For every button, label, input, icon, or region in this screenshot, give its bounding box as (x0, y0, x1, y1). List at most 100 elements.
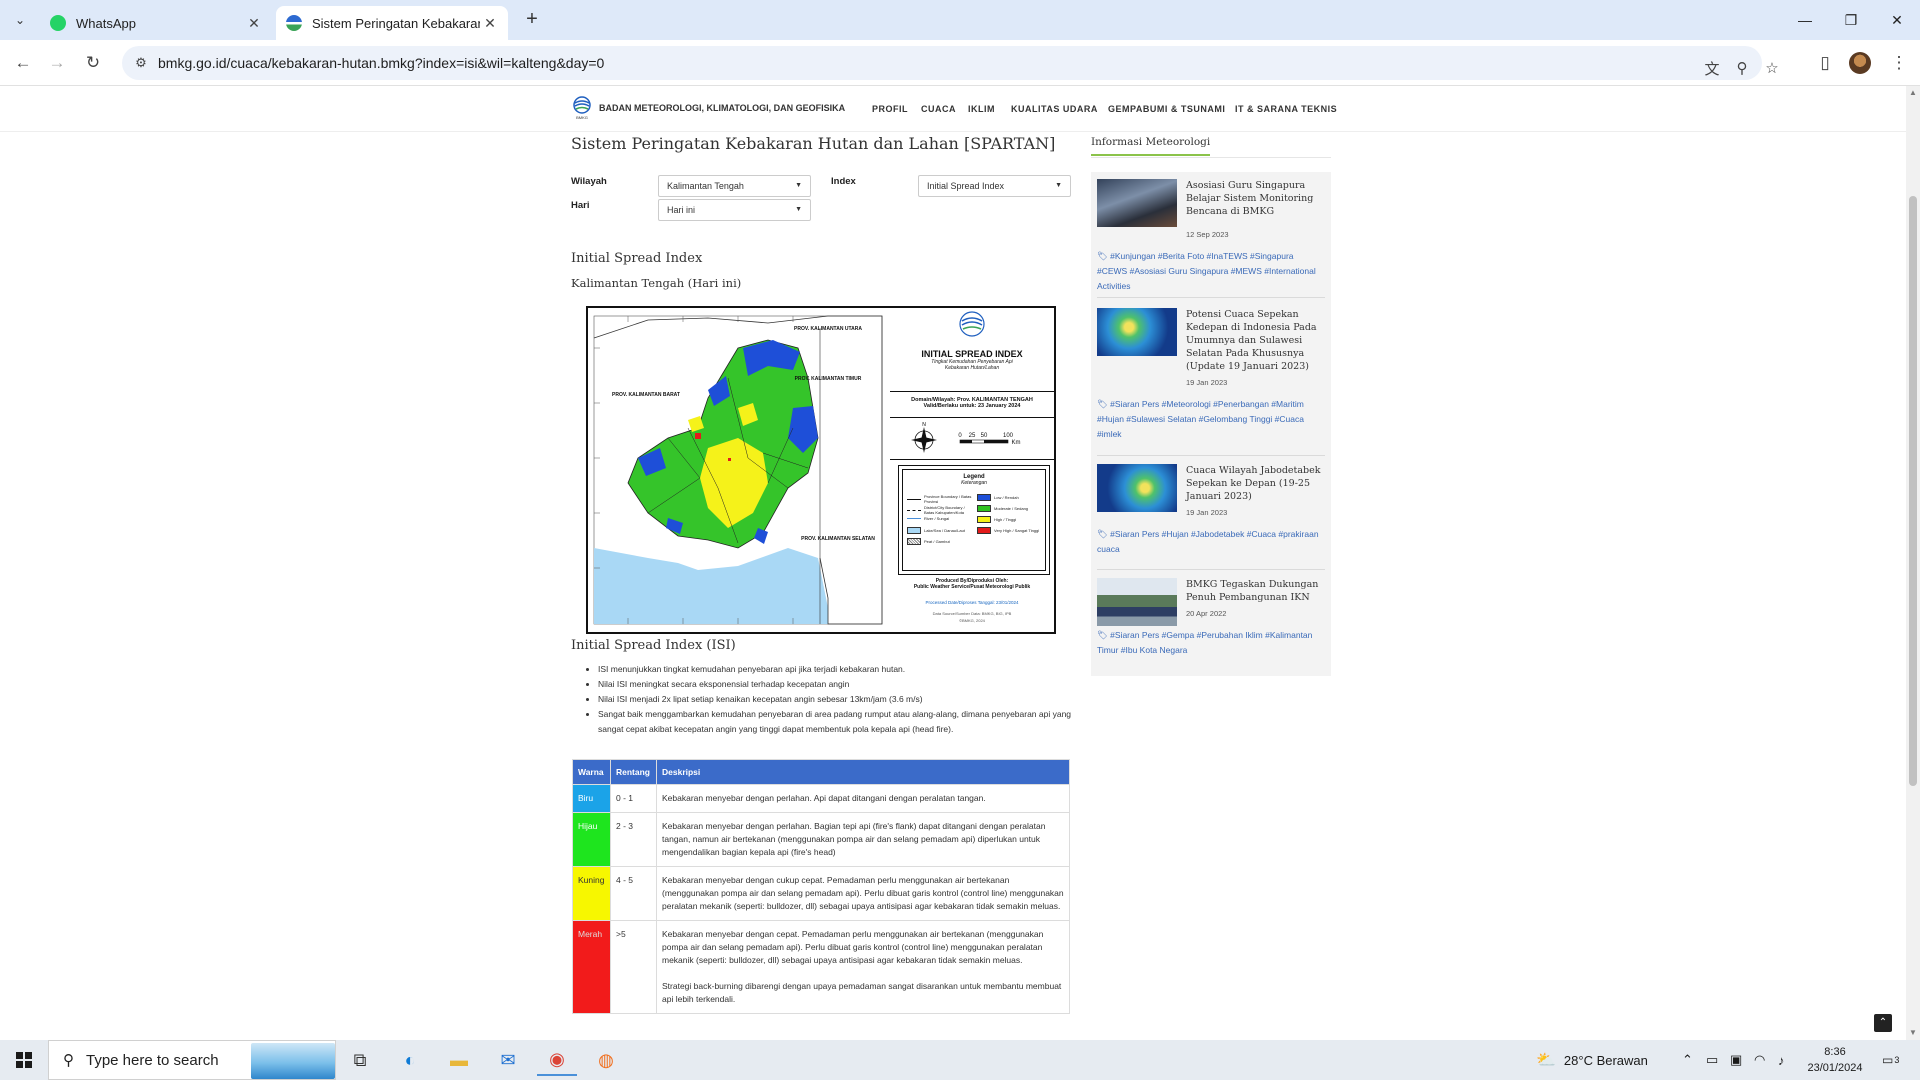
chrome-icon[interactable]: ◉ (537, 1044, 577, 1076)
news-date: 19 Jan 2023 (1186, 378, 1228, 387)
close-window-button[interactable]: ✕ (1874, 0, 1920, 40)
news-title[interactable]: Asosiasi Guru Singapura Belajar Sistem M… (1186, 179, 1326, 218)
restore-button[interactable]: ❐ (1828, 0, 1874, 40)
taskbar-search[interactable]: ⚲ Type here to search (48, 1040, 336, 1080)
news-item[interactable]: Asosiasi Guru Singapura Belajar Sistem M… (1097, 179, 1325, 299)
system-clock[interactable]: 8:36 23/01/2024 (1800, 1044, 1870, 1076)
back-icon[interactable]: ← (10, 50, 36, 76)
news-thumbnail[interactable] (1097, 308, 1177, 356)
scroll-to-top-button[interactable]: ⌃ (1874, 1014, 1892, 1032)
news-item[interactable]: BMKG Tegaskan Dukungan Penuh Pembangunan… (1097, 578, 1325, 668)
hari-select[interactable]: Hari ini ▼ (658, 199, 811, 221)
news-tags[interactable]: #Siaran Pers #Gempa #Perubahan Iklim #Ka… (1097, 630, 1312, 655)
nav-kualitas-udara[interactable]: KUALITAS UDARA (1011, 104, 1098, 114)
zoom-icon[interactable]: ⚲ (1730, 56, 1754, 80)
legend-class-low: Low / Rendah (977, 494, 1043, 501)
scrollbar-thumb[interactable] (1909, 196, 1917, 786)
minimize-button[interactable]: — (1782, 0, 1828, 40)
file-explorer-icon[interactable]: ▬ (439, 1044, 479, 1076)
wilayah-select[interactable]: Kalimantan Tengah ▼ (658, 175, 811, 197)
weather-widget[interactable]: ⛅ 28°C Berawan (1536, 1040, 1648, 1080)
section-title: Initial Spread Index (571, 251, 703, 266)
url-text[interactable]: bmkg.go.id/cuaca/kebakaran-hutan.bmkg?in… (158, 55, 604, 71)
legend-class-very-high: Very High / Sangat Tinggi (977, 527, 1043, 534)
nav-cuaca[interactable]: CUACA (921, 104, 956, 114)
task-view-icon[interactable]: ⧉ (340, 1044, 380, 1076)
new-tab-button[interactable]: + (520, 8, 544, 32)
tab-whatsapp[interactable]: WhatsApp ✕ (40, 6, 272, 40)
close-tab-icon[interactable]: ✕ (244, 15, 264, 32)
wilayah-label: Wilayah (571, 176, 607, 187)
nav-gempabumi[interactable]: GEMPABUMI & TSUNAMI (1108, 104, 1225, 114)
forward-icon[interactable]: → (44, 50, 70, 76)
range-cell: >5 (610, 920, 657, 1014)
nav-profil[interactable]: PROFIL (872, 104, 908, 114)
range-cell: 0 - 1 (610, 784, 657, 813)
notifications-button[interactable]: ▭ 3 (1882, 1040, 1899, 1080)
sidebar-divider (1091, 157, 1331, 158)
reload-icon[interactable]: ↻ (80, 50, 106, 76)
compass-n: N (922, 422, 926, 428)
news-tags[interactable]: #Kunjungan #Berita Foto #InaTEWS #Singap… (1097, 251, 1316, 291)
news-item[interactable]: Potensi Cuaca Sepekan Kedepan di Indones… (1097, 308, 1325, 458)
edge-icon[interactable]: ◐ (390, 1044, 430, 1076)
news-thumbnail[interactable] (1097, 179, 1177, 227)
battery-icon[interactable]: ▭ (1706, 1040, 1718, 1080)
isi-title: Initial Spread Index (ISI) (571, 638, 736, 653)
side-panel-icon[interactable]: ▯ (1812, 50, 1838, 76)
news-thumbnail[interactable] (1097, 578, 1177, 626)
header-warna: Warna (572, 759, 611, 785)
mail-icon[interactable]: ✉ (488, 1044, 528, 1076)
volume-icon[interactable]: ♪ (1778, 1040, 1785, 1080)
isi-table: Warna Rentang Deskripsi Biru 0 - 1 Kebak… (572, 759, 1070, 1014)
bmkg-logo-icon[interactable]: BMKG (571, 96, 593, 120)
news-date: 19 Jan 2023 (1186, 508, 1228, 517)
news-title[interactable]: BMKG Tegaskan Dukungan Penuh Pembangunan… (1186, 578, 1326, 604)
network-icon[interactable]: ◠ (1754, 1040, 1765, 1080)
scroll-up-icon[interactable]: ▲ (1908, 88, 1918, 98)
color-cell: Hijau (572, 812, 611, 867)
index-select[interactable]: Initial Spread Index ▼ (918, 175, 1071, 197)
news-title[interactable]: Potensi Cuaca Sepekan Kedepan di Indones… (1186, 308, 1326, 373)
scale-unit: Km (1012, 440, 1021, 446)
isi-map-image[interactable]: PROV. KALIMANTAN BARAT PROV. KALIMANTAN … (586, 306, 1056, 634)
tab-bmkg[interactable]: Sistem Peringatan Kebakaran H ✕ (276, 6, 508, 40)
processed-date: Processed Date/Diproses Tanggal: 23/01/2… (925, 600, 1019, 605)
news-title[interactable]: Cuaca Wilayah Jabodetabek Sepekan ke Dep… (1186, 464, 1326, 503)
caret-down-icon: ▼ (795, 206, 802, 213)
whatsapp-icon (50, 15, 66, 31)
color-cell: Kuning (572, 866, 611, 921)
meet-now-icon[interactable]: ▣ (1730, 1040, 1742, 1080)
close-tab-icon[interactable]: ✕ (480, 15, 500, 32)
nav-iklim[interactable]: IKLIM (968, 104, 995, 114)
news-separator (1097, 455, 1325, 456)
tray-chevron-icon[interactable]: ⌃ (1682, 1040, 1693, 1080)
scale-25: 25 (969, 433, 976, 439)
profile-avatar[interactable] (1849, 52, 1871, 74)
menu-kebab-icon[interactable]: ⋮ (1886, 50, 1912, 76)
news-separator (1097, 297, 1325, 298)
notification-icon: ▭ (1882, 1053, 1894, 1067)
scroll-down-icon[interactable]: ▼ (1908, 1028, 1918, 1038)
page-scrollbar[interactable]: ▲ ▼ (1906, 86, 1920, 1040)
news-item[interactable]: Cuaca Wilayah Jabodetabek Sepekan ke Dep… (1097, 464, 1325, 574)
site-info-icon[interactable]: ⚙ (132, 54, 150, 72)
nav-it-sarana[interactable]: IT & SARANA TEKNIS (1235, 104, 1337, 114)
firefox-icon[interactable]: ◍ (586, 1044, 626, 1076)
table-row: Merah >5 Kebakaran menyebar dengan cepat… (572, 920, 1070, 1014)
clock-time: 8:36 (1824, 1046, 1846, 1058)
address-bar[interactable]: ⚙ bmkg.go.id/cuaca/kebakaran-hutan.bmkg?… (122, 46, 1779, 80)
news-tags[interactable]: #Siaran Pers #Meteorologi #Penerbangan #… (1097, 399, 1304, 439)
scale-50: 50 (981, 433, 988, 439)
news-tags[interactable]: #Siaran Pers #Hujan #Jabodetabek #Cuaca … (1097, 529, 1319, 554)
news-thumbnail[interactable] (1097, 464, 1177, 512)
tab-search-button[interactable]: ⌄ (8, 8, 32, 32)
browser-toolbar: ← → ↻ ⚙ bmkg.go.id/cuaca/kebakaran-hutan… (0, 40, 1920, 86)
weather-text: 28°C Berawan (1563, 1052, 1648, 1068)
search-highlight-image[interactable] (251, 1043, 335, 1079)
translate-icon[interactable]: 文 (1700, 56, 1724, 80)
bookmark-star-icon[interactable]: ☆ (1760, 56, 1784, 80)
start-button[interactable] (0, 1040, 48, 1080)
tab-title: WhatsApp (76, 15, 136, 31)
map-subheader-2: Kebakaran Hutan/Lahan (944, 365, 1000, 371)
